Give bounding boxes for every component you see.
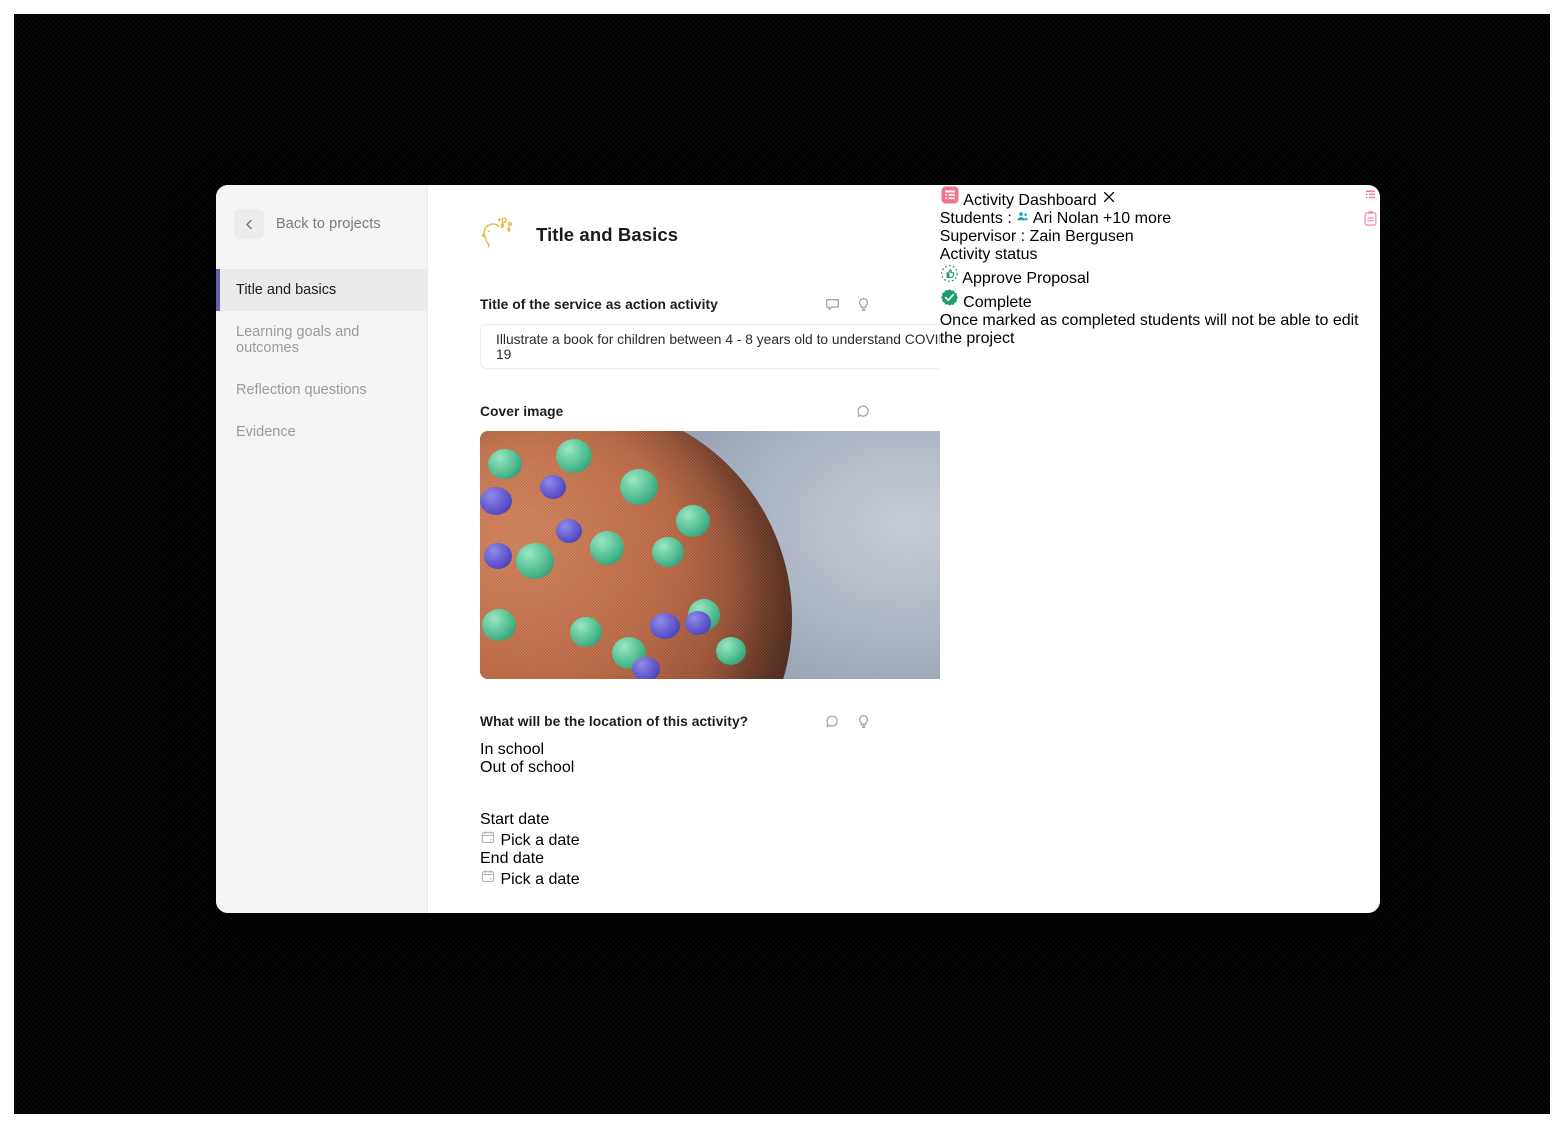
radio-option-out-of-school[interactable]: Out of school	[480, 759, 872, 777]
app-window: Back to projects Title and basics Learni…	[216, 185, 1380, 913]
start-date-input[interactable]: Pick a date	[480, 829, 872, 850]
lightbulb-icon[interactable]	[855, 713, 872, 730]
field-label: What will be the location of this activi…	[480, 714, 749, 729]
dashboard-title: Activity Dashboard	[963, 192, 1097, 209]
comment-icon[interactable]	[855, 403, 872, 420]
field-label: Title of the service as action activity	[480, 297, 718, 312]
end-date-placeholder: Pick a date	[500, 871, 580, 888]
students-more-link[interactable]: +10 more	[1103, 210, 1171, 227]
activity-title-input[interactable]: Illustrate a book for children between 4…	[480, 324, 940, 369]
check-badge-icon	[940, 289, 963, 311]
comment-icon[interactable]	[824, 713, 841, 730]
group-people-icon	[1016, 210, 1033, 227]
sidebar-item-title-and-basics[interactable]: Title and basics	[216, 269, 427, 311]
cover-image-preview[interactable]	[480, 431, 940, 679]
supervisor-row: Supervisor : Zain Bergusen	[940, 228, 1361, 246]
main-content: Title and Basics Title of the service as…	[428, 185, 940, 913]
activity-title-value: Illustrate a book for children between 4…	[496, 331, 940, 362]
field-cover-image: Cover image	[480, 403, 940, 679]
sidebar-item-learning-goals[interactable]: Learning goals and outcomes	[216, 311, 427, 369]
sidebar-item-label: Learning goals and outcomes	[236, 324, 360, 356]
sidebar-item-evidence[interactable]: Evidence	[216, 411, 427, 453]
close-icon[interactable]	[1101, 191, 1117, 209]
back-to-projects-label: Back to projects	[276, 216, 381, 232]
start-date-placeholder: Pick a date	[500, 832, 580, 849]
page-title: Title and Basics	[536, 223, 679, 245]
field-label: End date	[480, 850, 545, 867]
status-label: Complete	[963, 294, 1032, 311]
sidebar-item-label: Reflection questions	[236, 382, 367, 398]
radio-label: Out of school	[480, 759, 575, 776]
sidebar-item-label: Title and basics	[236, 282, 337, 298]
radio-label: In school	[480, 741, 545, 758]
calendar-icon	[480, 870, 500, 888]
back-to-projects-button[interactable]: Back to projects	[216, 209, 427, 239]
students-label: Students :	[939, 210, 1012, 227]
activity-dashboard-panel: Activity Dashboard Students : Ari Nolan …	[940, 185, 1361, 913]
complete-checkbox[interactable]	[1036, 294, 1047, 311]
activity-status-heading: Activity status	[939, 246, 1038, 263]
supervisor-name: Zain Bergusen	[1029, 228, 1134, 245]
field-label: Start date	[480, 811, 550, 828]
clipboard-icon[interactable]	[1361, 209, 1380, 233]
dashboard-header: Activity Dashboard	[940, 185, 1361, 210]
complete-note: Once marked as completed students will n…	[939, 312, 1359, 347]
status-row-approve-proposal: Approve Proposal	[940, 264, 1361, 288]
field-label: Cover image	[480, 404, 564, 419]
thumbs-up-dotted-icon	[940, 265, 963, 287]
sidebar-item-label: Evidence	[236, 424, 296, 440]
status-row-complete: Complete	[940, 288, 1361, 312]
date-row: Start date Pick a date End date Pick a d…	[480, 811, 872, 889]
right-icon-rail	[1361, 185, 1380, 913]
dashboard-list-icon[interactable]	[1361, 185, 1380, 209]
list-card-icon	[940, 186, 964, 209]
approve-proposal-checkbox[interactable]	[1094, 270, 1105, 287]
chevron-left-icon	[234, 209, 264, 239]
field-end-date: End date Pick a date	[480, 850, 872, 889]
screenshot-root: Back to projects Title and basics Learni…	[0, 0, 1564, 1128]
comment-icon[interactable]	[824, 296, 841, 313]
status-label: Approve Proposal	[962, 270, 1090, 287]
calendar-icon	[480, 831, 500, 849]
field-activity-location: What will be the location of this activi…	[480, 713, 872, 777]
field-start-date: Start date Pick a date	[480, 811, 872, 850]
radio-option-in-school[interactable]: In school	[480, 741, 872, 759]
head-ideas-icon	[480, 215, 518, 254]
field-activity-title: Title of the service as action activity …	[480, 296, 940, 369]
lightbulb-icon[interactable]	[855, 296, 872, 313]
sidebar-item-reflection-questions[interactable]: Reflection questions	[216, 369, 427, 411]
end-date-input[interactable]: Pick a date	[480, 868, 872, 889]
students-row: Students : Ari Nolan +10 more	[940, 210, 1361, 228]
supervisor-label: Supervisor :	[939, 228, 1026, 245]
page-header: Title and Basics	[480, 215, 872, 254]
student-name: Ari Nolan	[1032, 210, 1099, 227]
sidebar: Back to projects Title and basics Learni…	[216, 185, 428, 913]
